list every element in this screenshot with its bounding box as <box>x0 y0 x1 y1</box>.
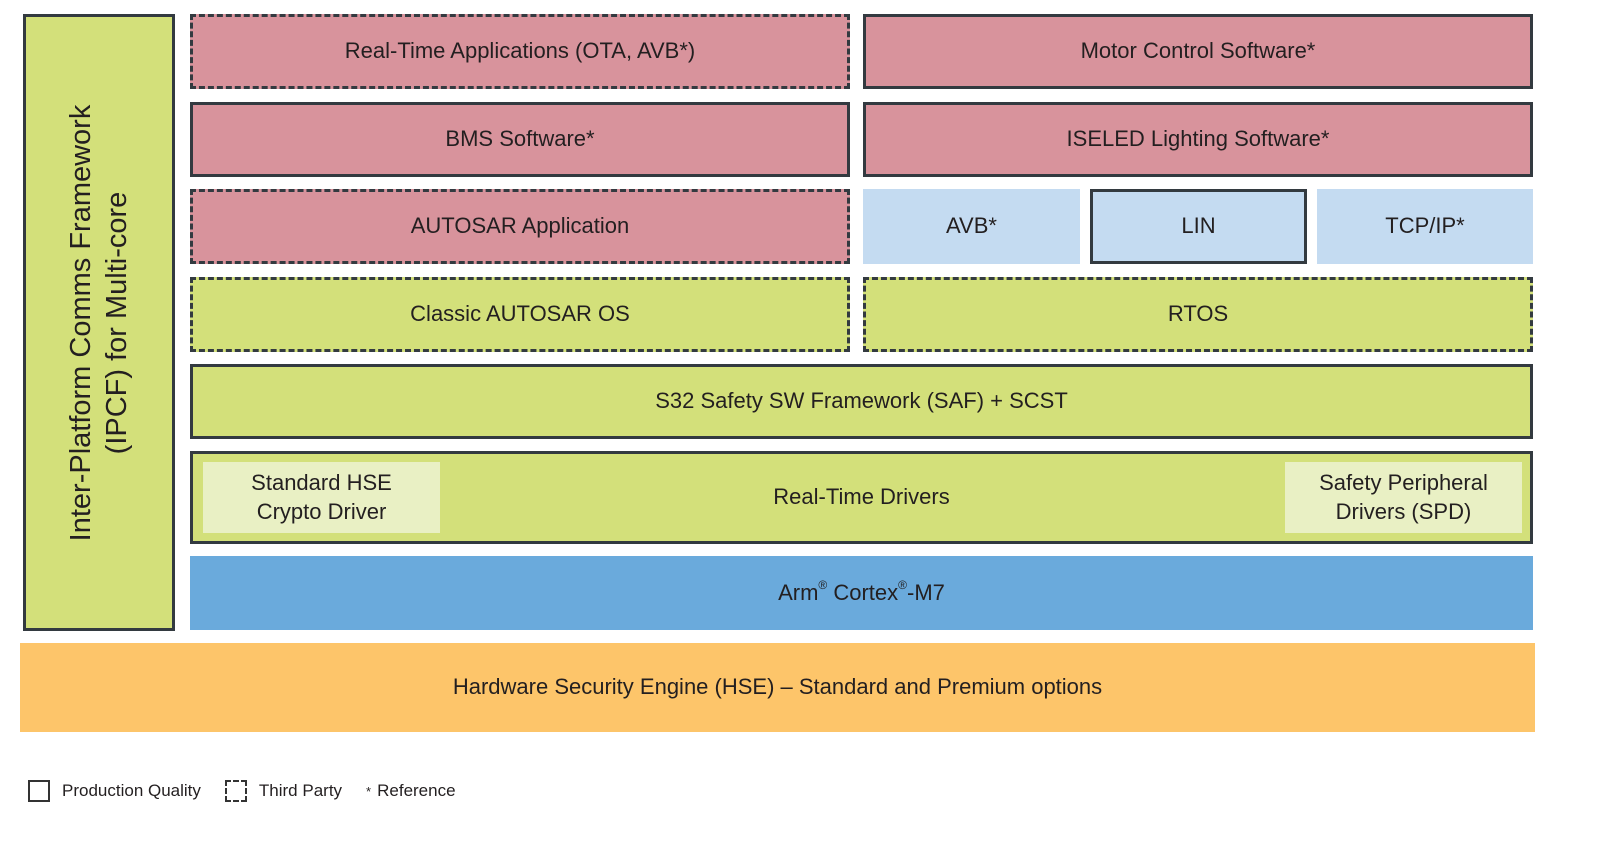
arm-text: Arm <box>778 579 819 605</box>
real-time-applications-label: Real-Time Applications (OTA, AVB*) <box>344 38 696 64</box>
registered-mark: ® <box>898 578 908 593</box>
registered-mark: ® <box>818 578 828 593</box>
legend-production-quality: Production Quality <box>28 780 201 802</box>
hse-crypto-driver-block: Standard HSE Crypto Driver <box>203 462 440 533</box>
hse-crypto-label-line1: Standard HSE <box>251 469 392 495</box>
spd-label-line2: Drivers (SPD) <box>1335 498 1472 524</box>
spd-label-line1: Safety Peripheral <box>1319 469 1488 495</box>
classic-autosar-os-label: Classic AUTOSAR OS <box>410 301 630 327</box>
bms-software-label: BMS Software* <box>445 126 595 152</box>
bms-software-block: BMS Software* <box>190 102 850 177</box>
avb-label: AVB* <box>946 213 997 239</box>
rtos-block: RTOS <box>863 277 1533 352</box>
solid-box-icon <box>28 780 50 802</box>
motor-control-label: Motor Control Software* <box>1080 38 1316 64</box>
saf-block: S32 Safety SW Framework (SAF) + SCST <box>190 364 1533 439</box>
asterisk-icon: * <box>366 783 372 799</box>
legend-reference: * Reference <box>366 781 456 801</box>
ipcf-label-line2: (IPCF) for Multi-core <box>101 191 133 454</box>
ipcf-label: Inter-Platform Comms Framework (IPCF) fo… <box>63 104 136 541</box>
autosar-application-label: AUTOSAR Application <box>410 213 630 239</box>
avb-block: AVB* <box>863 189 1080 264</box>
lin-label: LIN <box>1181 213 1216 239</box>
real-time-drivers-label: Real-Time Drivers <box>773 484 950 510</box>
classic-autosar-os-block: Classic AUTOSAR OS <box>190 277 850 352</box>
hse-block: Hardware Security Engine (HSE) – Standar… <box>20 643 1535 732</box>
arm-cortex-m7-label: Arm® Cortex®-M7 <box>778 578 945 608</box>
m7-text: -M7 <box>907 579 945 605</box>
real-time-applications-block: Real-Time Applications (OTA, AVB*) <box>190 14 850 89</box>
legend-third-party: Third Party <box>224 780 343 802</box>
lin-block: LIN <box>1090 189 1307 264</box>
legend-third-party-label: Third Party <box>258 781 343 800</box>
iseled-lighting-label: ISELED Lighting Software* <box>1066 126 1330 152</box>
legend-production-quality-label: Production Quality <box>62 781 201 800</box>
cortex-text: Cortex <box>827 579 899 605</box>
spd-block: Safety Peripheral Drivers (SPD) <box>1285 462 1522 533</box>
tcpip-block: TCP/IP* <box>1317 189 1533 264</box>
motor-control-block: Motor Control Software* <box>863 14 1533 89</box>
hse-label: Hardware Security Engine (HSE) – Standar… <box>452 674 1103 700</box>
arm-cortex-m7-block: Arm® Cortex®-M7 <box>190 556 1533 630</box>
legend-reference-label: Reference <box>377 781 456 800</box>
hse-crypto-label-line2: Crypto Driver <box>256 498 387 524</box>
tcpip-label: TCP/IP* <box>1385 213 1465 239</box>
saf-label: S32 Safety SW Framework (SAF) + SCST <box>655 388 1068 414</box>
ipcf-block: Inter-Platform Comms Framework (IPCF) fo… <box>23 14 175 631</box>
dashed-box-icon <box>224 780 247 802</box>
ipcf-label-line1: Inter-Platform Comms Framework <box>64 104 97 541</box>
legend: Production Quality Third Party * Referen… <box>28 780 480 802</box>
autosar-application-block: AUTOSAR Application <box>190 189 850 264</box>
iseled-lighting-block: ISELED Lighting Software* <box>863 102 1533 177</box>
rtos-label: RTOS <box>1167 301 1229 327</box>
